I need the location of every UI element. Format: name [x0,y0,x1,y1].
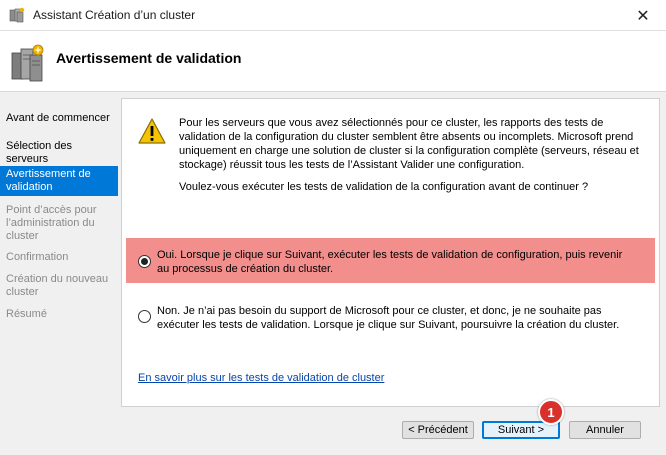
validation-question: Voulez-vous exécuter les tests de valida… [179,181,589,193]
title-bar: Assistant Création d’un cluster ✕ [0,0,666,31]
step-avant-de-commencer: Avant de commencer [6,112,110,124]
content-panel: Pour les serveurs que vous avez sélectio… [121,98,660,407]
option-yes-label: Oui. Lorsque je clique sur Suivant, exéc… [157,249,623,275]
page-title: Avertissement de validation [56,50,242,66]
step-selection-serveurs: Sélection des serveurs [6,140,73,165]
validation-warning-text: Pour les serveurs que vous avez sélectio… [179,117,639,171]
radio-no[interactable] [138,310,151,323]
step-confirmation: Confirmation [6,251,69,263]
step-creation-cluster: Création du nouveau cluster [6,273,109,298]
warning-icon [137,117,167,145]
window-title: Assistant Création d’un cluster [33,8,196,22]
option-yes-run-validation[interactable]: Oui. Lorsque je clique sur Suivant, exéc… [126,238,655,283]
option-no-skip-validation[interactable]: Non. Je n’ai pas besoin du support de Mi… [126,303,655,335]
cluster-wizard-icon [9,7,25,23]
cluster-servers-icon [10,43,46,83]
cancel-button[interactable]: Annuler [569,421,641,439]
step-avertissement-validation: Avertissement de validation [0,166,118,196]
wizard-steps-sidebar: Avant de commencer Sélection des serveur… [0,92,120,455]
previous-button[interactable]: < Précédent [402,421,474,439]
radio-selected-dot [141,258,148,265]
step-point-acces: Point d’accès pour l’administration du c… [6,204,97,242]
step-resume: Résumé [6,308,47,320]
wizard-header: Avertissement de validation [0,31,666,92]
step-number-badge: 1 [538,399,564,425]
option-no-label: Non. Je n’ai pas besoin du support de Mi… [157,305,620,331]
radio-yes[interactable] [138,255,151,268]
help-link-validation[interactable]: En savoir plus sur les tests de validati… [138,372,384,384]
close-button[interactable]: ✕ [620,0,666,31]
